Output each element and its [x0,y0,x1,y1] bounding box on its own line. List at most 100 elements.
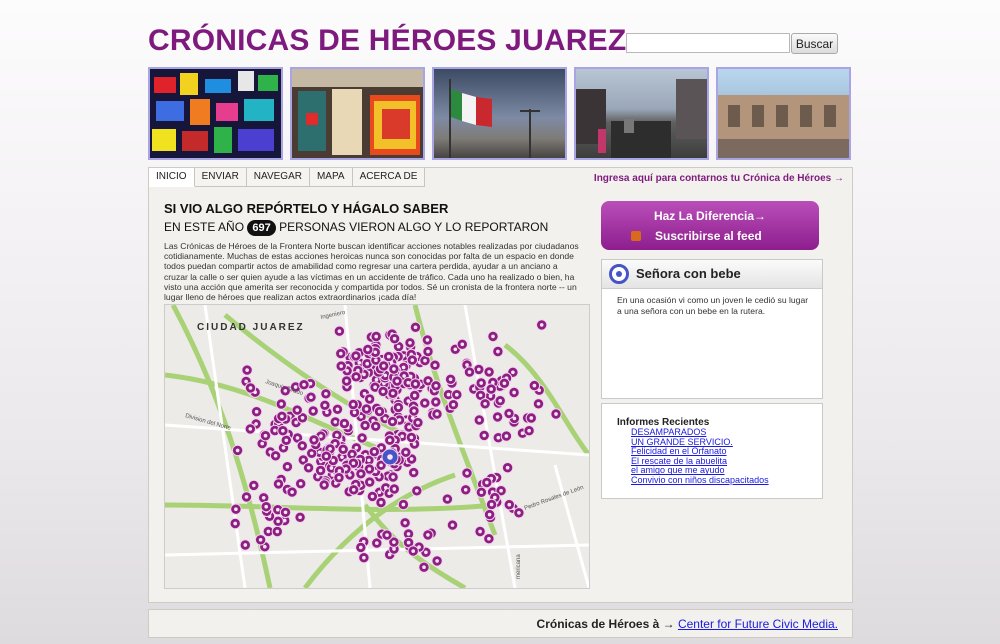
map-marker[interactable] [418,561,430,573]
map-marker[interactable] [447,399,460,411]
map-marker[interactable] [319,399,331,412]
report-link[interactable]: Convivio con niños discapacitados [631,475,769,486]
map-marker[interactable] [368,446,381,458]
map-marker[interactable] [364,476,376,488]
map-marker[interactable] [409,389,421,402]
map-marker[interactable] [405,431,418,444]
map-marker[interactable] [320,450,333,462]
map-marker[interactable] [478,429,490,442]
map-marker[interactable] [378,360,390,372]
map-marker[interactable] [487,330,499,343]
map-marker[interactable] [277,425,289,437]
map-marker[interactable] [347,398,359,411]
map-marker[interactable] [320,388,332,400]
map-marker[interactable] [494,395,506,407]
map-marker[interactable] [406,354,419,366]
map-marker[interactable] [244,382,257,394]
cta-button[interactable]: Haz La Diferencia→ Suscribirse al feed [601,201,819,250]
map-marker[interactable] [333,472,345,484]
map-marker[interactable] [276,410,288,423]
map-marker[interactable] [528,379,541,392]
map-marker[interactable] [501,462,514,474]
map-marker[interactable] [411,485,423,497]
map-marker[interactable] [481,476,493,489]
map-marker[interactable] [399,517,411,529]
map-marker[interactable] [503,499,515,511]
map-marker[interactable] [536,319,548,331]
map-marker[interactable] [314,464,327,477]
subscribe-feed-link[interactable]: Suscribirse al feed [655,229,762,243]
tab-inicio[interactable]: INICIO [149,168,195,187]
map-marker[interactable] [229,517,241,530]
map-marker[interactable] [431,408,443,420]
map-marker[interactable] [513,507,525,519]
map-marker[interactable] [318,479,330,491]
map-marker[interactable] [295,478,307,490]
map-marker[interactable] [308,434,320,446]
map-marker[interactable] [381,529,393,541]
map-marker[interactable] [271,525,284,538]
map-marker[interactable] [298,379,310,391]
banner-photo-storefront[interactable] [290,67,425,160]
map-marker[interactable] [307,405,319,417]
tab-enviar[interactable]: ENVIAR [194,168,247,187]
map-marker[interactable] [492,345,504,358]
map-marker[interactable] [241,364,253,376]
map-marker[interactable] [500,430,513,442]
map-marker[interactable] [483,533,495,545]
map-marker[interactable] [291,404,303,416]
map-marker[interactable] [350,350,362,362]
search-button[interactable]: Buscar [791,33,838,54]
map-marker[interactable] [305,391,317,403]
map-marker[interactable] [503,407,515,420]
map-marker[interactable] [483,366,495,378]
map-marker[interactable] [259,430,272,442]
map-marker[interactable] [485,498,498,511]
map-marker[interactable] [475,486,488,499]
map-marker[interactable] [525,412,537,424]
map-marker[interactable] [373,405,386,418]
map-marker[interactable] [275,398,288,410]
site-title[interactable]: CRÓNICAS DE HÉROES JUAREZ [148,24,626,58]
map-marker[interactable] [384,434,396,446]
map-marker[interactable] [446,519,459,531]
map-marker[interactable] [296,440,309,452]
map-marker[interactable] [230,503,242,515]
map-marker[interactable] [358,552,370,564]
map-marker[interactable] [244,423,257,435]
map-marker[interactable] [279,385,292,397]
map-marker[interactable] [254,534,267,546]
map-marker[interactable] [280,434,293,447]
map-canvas[interactable] [165,305,589,588]
map-marker[interactable] [386,415,399,428]
map-marker[interactable] [363,393,376,405]
map-marker[interactable] [335,347,347,360]
search-input[interactable] [626,33,790,53]
map-marker[interactable] [523,425,535,437]
map-marker[interactable] [383,350,395,363]
map-marker[interactable] [451,389,463,401]
cta-primary-label[interactable]: Haz La Diferencia→ [601,209,819,223]
map-marker[interactable] [370,420,382,433]
map-marker[interactable] [441,493,454,505]
map-marker[interactable] [430,380,442,392]
map-marker[interactable] [408,405,420,417]
map-marker[interactable] [463,366,476,378]
tab-navegar[interactable]: NAVEGAR [246,168,310,187]
rss-icon[interactable] [631,231,641,241]
map-marker[interactable] [337,443,349,456]
map-marker[interactable] [485,383,497,395]
map-marker[interactable] [240,491,253,503]
map-marker[interactable] [491,411,504,423]
banner-photo-building[interactable] [716,67,851,160]
map-marker[interactable] [408,466,420,479]
map-marker[interactable] [409,321,422,333]
map-marker[interactable] [444,373,457,386]
map-marker[interactable] [431,555,443,567]
map-marker[interactable] [391,375,403,387]
map-marker[interactable] [388,333,401,345]
map-marker[interactable] [532,398,545,410]
map-marker[interactable] [473,363,485,376]
map-marker[interactable] [302,462,315,474]
map-marker[interactable] [397,498,410,511]
